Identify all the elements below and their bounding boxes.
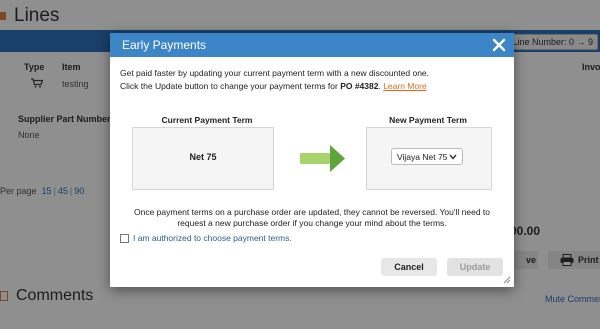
chevron-down-icon bbox=[449, 154, 457, 160]
authorized-checkbox-row[interactable]: I am authorized to choose payment terms. bbox=[120, 233, 292, 243]
cancel-button[interactable]: Cancel bbox=[381, 258, 437, 276]
current-term-value: Net 75 bbox=[189, 152, 217, 162]
new-term-select[interactable]: Vijaya Net 75 bbox=[391, 148, 463, 165]
dialog-header: Early Payments bbox=[110, 33, 514, 57]
po-number: PO #4382 bbox=[340, 81, 379, 91]
dialog-title: Early Payments bbox=[122, 38, 207, 52]
authorized-checkbox[interactable] bbox=[120, 233, 129, 243]
new-term-selected-value: Vijaya Net 75 bbox=[397, 151, 448, 162]
arrow-right-icon bbox=[300, 145, 345, 172]
new-term-box: Vijaya Net 75 bbox=[366, 127, 492, 190]
early-payments-dialog: Early Payments Get paid faster by updati… bbox=[110, 33, 514, 287]
update-button[interactable]: Update bbox=[447, 258, 503, 276]
current-term-label: Current Payment Term bbox=[161, 115, 253, 125]
warning-line-2: request a new purchase order if you chan… bbox=[177, 218, 447, 228]
new-term-label: New Payment Term bbox=[389, 115, 467, 125]
current-term-box: Net 75 bbox=[132, 127, 274, 190]
resize-grip-icon[interactable] bbox=[502, 275, 511, 284]
learn-more-link[interactable]: Learn More bbox=[383, 81, 426, 91]
intro-line-2: Click the Update button to change your p… bbox=[120, 81, 427, 91]
warning-line-1: Once payment terms on a purchase order a… bbox=[133, 207, 491, 217]
close-icon[interactable] bbox=[492, 38, 506, 52]
authorized-label: I am authorized to choose payment terms. bbox=[133, 233, 292, 243]
dialog-intro: Get paid faster by updating your current… bbox=[120, 67, 510, 93]
irreversible-warning: Once payment terms on a purchase order a… bbox=[124, 207, 500, 229]
intro-line-2-text: Click the Update button to change your p… bbox=[120, 81, 338, 91]
intro-line-1: Get paid faster by updating your current… bbox=[120, 68, 430, 78]
